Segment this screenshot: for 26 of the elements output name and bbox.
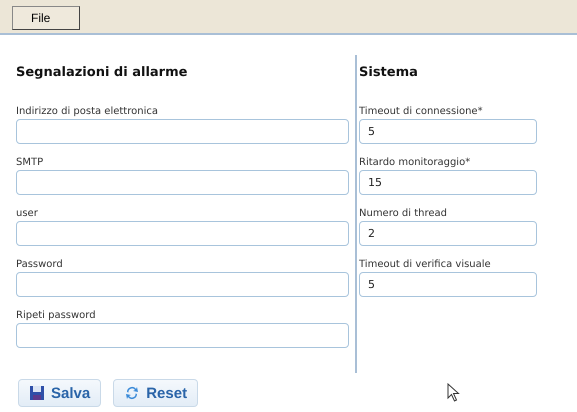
input-field[interactable] (16, 170, 349, 195)
section-title: Sistema (359, 65, 419, 80)
field-label: Timeout di connessione* (359, 106, 484, 117)
field-label: Indirizzo di posta elettronica (16, 106, 159, 117)
input-field[interactable] (16, 221, 349, 246)
input-field[interactable] (16, 272, 349, 297)
input-field[interactable]: 5 (359, 272, 537, 297)
reset-button[interactable]: Reset (113, 379, 198, 407)
input-field[interactable]: 2 (359, 221, 537, 246)
field-label: SMTP (16, 157, 44, 168)
input-field[interactable]: 15 (359, 170, 537, 195)
section-title: Segnalazioni di allarme (16, 65, 188, 80)
save-icon (29, 385, 45, 401)
field-label: Ritardo monitoraggio* (359, 157, 472, 168)
input-field[interactable]: 5 (359, 119, 537, 144)
field-label: user (16, 208, 39, 219)
refresh-icon (124, 385, 140, 401)
field-label: Numero di thread (359, 208, 448, 219)
input-field[interactable] (16, 119, 349, 144)
field-label: Ripeti password (16, 310, 97, 321)
field-label: Password (16, 259, 64, 270)
menu-item[interactable]: File (12, 6, 80, 30)
input-field[interactable] (16, 323, 349, 348)
field-label: Timeout di verifica visuale (359, 259, 492, 270)
cursor-icon (447, 383, 460, 402)
save-button[interactable]: Salva (18, 379, 102, 407)
